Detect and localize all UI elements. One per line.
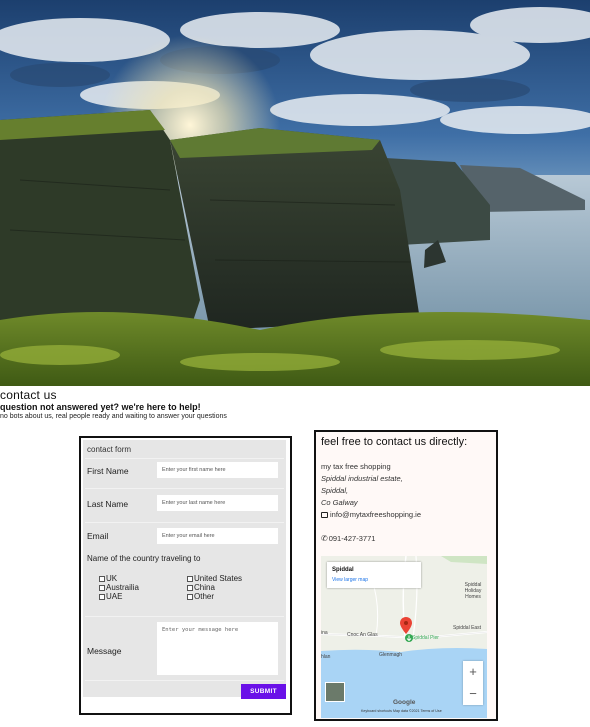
checkbox-box[interactable] — [187, 575, 193, 582]
email-text: info@mytaxfreeshopping.ie — [330, 510, 421, 519]
map-pin-icon[interactable] — [400, 617, 412, 634]
last-name-input[interactable]: Enter your last name here — [157, 495, 278, 511]
zoom-out-button[interactable]: − — [463, 683, 483, 704]
checkbox-other[interactable]: Other — [187, 592, 214, 601]
phone-text: 091-427-3771 — [328, 534, 376, 543]
satellite-toggle[interactable] — [325, 682, 345, 702]
map-label-glenagh: Glenmagh — [379, 652, 403, 658]
details-title: feel free to contact us directly: — [321, 436, 468, 448]
email-input[interactable]: Enter your email here — [157, 528, 278, 544]
map-label-cnoc: Cnoc An Glas — [347, 632, 378, 638]
checkbox-label: UK — [106, 574, 118, 583]
contact-form: contact form First Name Enter your first… — [79, 436, 292, 715]
checkbox-uk[interactable]: UK — [99, 574, 117, 583]
form-body: contact form First Name Enter your first… — [83, 440, 286, 697]
page-title: contact us — [0, 388, 57, 402]
divider — [85, 458, 284, 459]
form-title: contact form — [87, 445, 132, 454]
map-label-holiday-homes: Spiddal Holiday Homes — [464, 582, 482, 600]
company-name: my tax free shopping — [321, 462, 391, 471]
embedded-map[interactable]: Spiddal View larger map Spiddal Holiday … — [321, 556, 487, 718]
last-name-label: Last Name — [87, 499, 129, 509]
checkbox-label: China — [194, 583, 215, 592]
map-label-hlan: hlan — [321, 654, 331, 660]
map-popup: Spiddal View larger map — [327, 562, 421, 588]
zoom-in-button[interactable]: + — [463, 661, 483, 682]
divider — [85, 488, 284, 489]
mail-icon — [321, 512, 328, 518]
page-note: no bots about us, real people ready and … — [0, 413, 227, 420]
hero-image — [0, 0, 590, 386]
email-link[interactable]: info@mytaxfreeshopping.ie — [321, 510, 421, 519]
checkbox-united-states[interactable]: United States — [187, 574, 242, 583]
message-textarea[interactable]: Enter your message here — [157, 622, 278, 675]
map-label-ina: ina — [321, 630, 328, 636]
address-line-2: Spiddal, — [321, 486, 349, 495]
checkbox-box[interactable] — [99, 575, 105, 582]
contact-details: feel free to contact us directly: my tax… — [314, 430, 498, 721]
checkbox-china[interactable]: China — [187, 583, 215, 592]
message-label: Message — [87, 646, 122, 656]
map-label-pier: Spiddal Pier — [412, 635, 439, 641]
checkbox-label: UAE — [106, 592, 123, 601]
map-footer[interactable]: Keyboard shortcuts Map data ©2021 Terms … — [361, 709, 442, 713]
first-name-input[interactable]: Enter your first name here — [157, 462, 278, 478]
checkbox-box[interactable] — [187, 593, 193, 600]
checkbox-box[interactable] — [99, 593, 105, 600]
zoom-controls: + − — [463, 661, 483, 705]
checkbox-box[interactable] — [187, 584, 193, 591]
email-label: Email — [87, 531, 109, 541]
divider — [85, 616, 284, 617]
pier-marker-icon — [405, 634, 413, 642]
address-line-1: Spiddal industrial estate, — [321, 474, 403, 483]
checkbox-label: Austrailia — [106, 583, 139, 592]
first-name-label: First Name — [87, 466, 129, 476]
checkbox-austrailia[interactable]: Austrailia — [99, 583, 139, 592]
map-label-spiddal-east: Spiddal East — [453, 625, 482, 631]
map-place-title: Spiddal — [332, 567, 354, 573]
checkbox-uae[interactable]: UAE — [99, 592, 122, 601]
checkbox-box[interactable] — [99, 584, 105, 591]
address-line-3: Co Galway — [321, 498, 358, 507]
divider — [85, 680, 284, 681]
divider — [85, 522, 284, 523]
checkbox-label: United States — [194, 574, 243, 583]
checkbox-label: Other — [194, 592, 215, 601]
phone-link[interactable]: ✆091-427-3771 — [321, 534, 375, 543]
submit-button[interactable]: SUBMIT — [241, 684, 286, 699]
google-logo: Google — [393, 699, 416, 706]
phone-icon: ✆ — [321, 534, 328, 543]
page-subtitle: question not answered yet? we're here to… — [0, 402, 201, 412]
country-title: Name of the country traveling to — [87, 554, 201, 563]
view-larger-map-link[interactable]: View larger map — [332, 577, 368, 583]
